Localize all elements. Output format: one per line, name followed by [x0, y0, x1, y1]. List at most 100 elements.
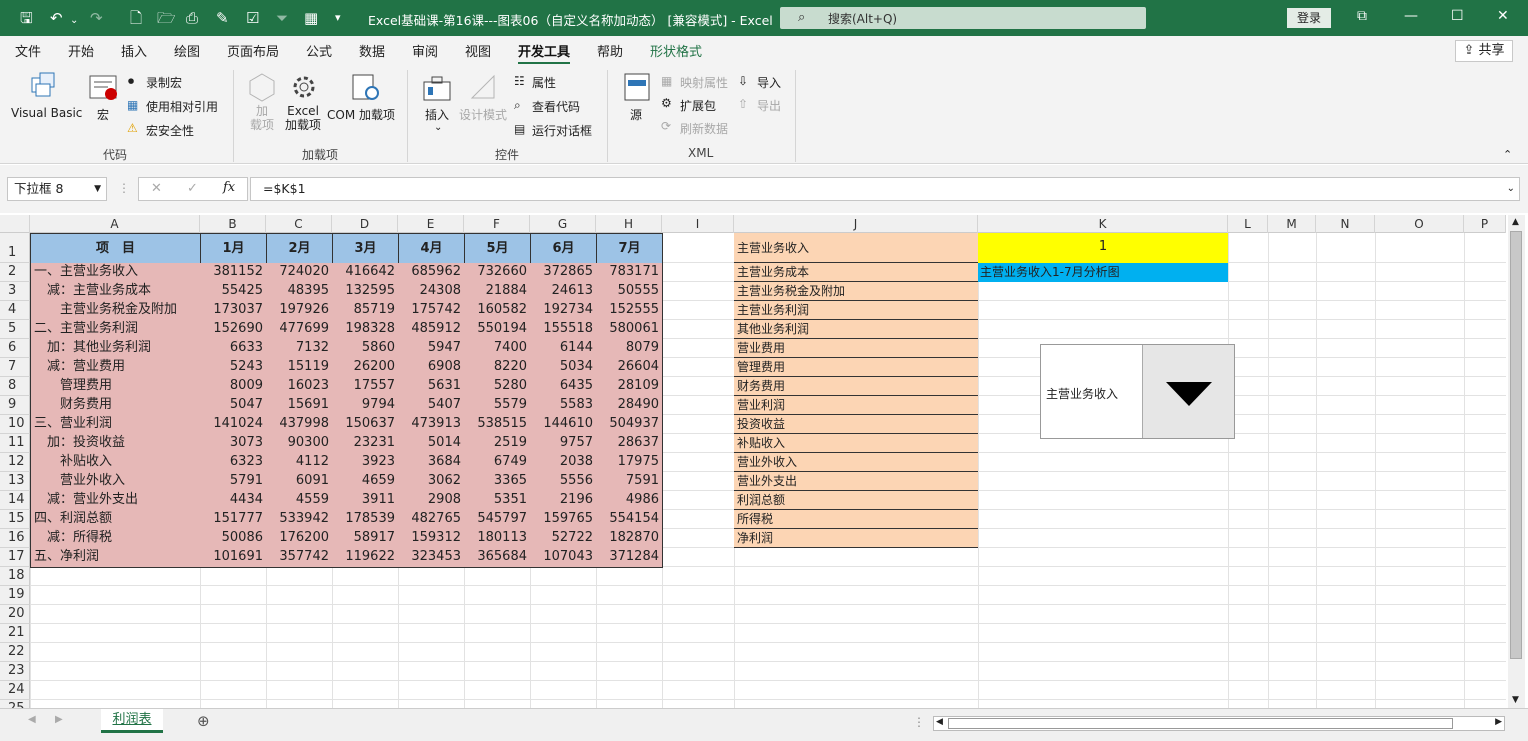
row-label-cell[interactable]: 减：主营业务成本 [30, 282, 201, 302]
list-item[interactable]: 营业费用 [734, 339, 978, 358]
row-header-9[interactable]: 9 [0, 396, 30, 415]
tab-data[interactable]: 数据 [359, 41, 385, 60]
value-cell[interactable]: 3062 [398, 472, 465, 492]
value-cell[interactable]: 550194 [464, 320, 531, 340]
table-header-cell[interactable]: 4月 [398, 233, 465, 264]
customize-qat-icon[interactable]: ▾ [335, 8, 341, 28]
value-cell[interactable]: 52722 [530, 529, 597, 549]
value-cell[interactable]: 23231 [332, 434, 399, 454]
filter-icon[interactable]: ⏷ [276, 8, 288, 28]
tab-developer[interactable]: 开发工具 [518, 41, 571, 65]
value-cell[interactable]: 504937 [596, 415, 663, 435]
row-header-11[interactable]: 11 [0, 434, 30, 453]
value-cell[interactable]: 5047 [200, 396, 267, 416]
row-header-20[interactable]: 20 [0, 605, 30, 624]
value-cell[interactable]: 5860 [332, 339, 399, 359]
value-cell[interactable]: 9757 [530, 434, 597, 454]
value-cell[interactable]: 90300 [266, 434, 333, 454]
tab-insert[interactable]: 插入 [121, 41, 147, 60]
value-cell[interactable]: 8079 [596, 339, 663, 359]
row-label-cell[interactable]: 补贴收入 [30, 453, 201, 473]
tab-shape-format[interactable]: 形状格式 [650, 41, 702, 60]
next-sheet-icon[interactable]: ▶ [55, 714, 63, 725]
value-cell[interactable]: 3684 [398, 453, 465, 473]
formula-input[interactable]: =$K$1 ⌄ [250, 177, 1520, 201]
value-cell[interactable]: 24308 [398, 282, 465, 302]
value-cell[interactable]: 6908 [398, 358, 465, 378]
value-cell[interactable]: 159312 [398, 529, 465, 549]
table-header-cell[interactable]: 5月 [464, 233, 531, 264]
scroll-left-icon[interactable]: ◀ [936, 717, 943, 727]
table-icon[interactable]: ▦ [304, 8, 318, 28]
expansion-pack-button[interactable]: 扩展包 [680, 97, 716, 114]
tab-view[interactable]: 视图 [465, 41, 491, 60]
list-item[interactable]: 净利润 [734, 529, 978, 548]
column-header-P[interactable]: P [1464, 215, 1506, 233]
visual-basic-button[interactable]: Visual Basic [11, 106, 82, 120]
value-cell[interactable]: 5034 [530, 358, 597, 378]
value-cell[interactable]: 28109 [596, 377, 663, 397]
value-cell[interactable]: 5631 [398, 377, 465, 397]
row-header-2[interactable]: 2 [0, 263, 30, 282]
value-cell[interactable]: 2038 [530, 453, 597, 473]
list-item[interactable]: 主营业务成本 [734, 263, 978, 282]
value-cell[interactable]: 416642 [332, 263, 399, 283]
tab-file[interactable]: 文件 [15, 41, 41, 60]
record-macro-button[interactable]: 录制宏 [146, 74, 182, 91]
value-cell[interactable]: 101691 [200, 548, 267, 568]
undo-dropdown-icon[interactable]: ⌄ [70, 11, 78, 31]
value-cell[interactable]: 50086 [200, 529, 267, 549]
row-header-19[interactable]: 19 [0, 586, 30, 605]
value-cell[interactable]: 7132 [266, 339, 333, 359]
value-cell[interactable]: 2519 [464, 434, 531, 454]
value-cell[interactable]: 197926 [266, 301, 333, 321]
row-header-4[interactable]: 4 [0, 301, 30, 320]
value-cell[interactable]: 372865 [530, 263, 597, 283]
column-header-L[interactable]: L [1228, 215, 1268, 233]
insert-dropdown-icon[interactable]: ⌄ [434, 122, 442, 133]
value-cell[interactable]: 8220 [464, 358, 531, 378]
excel-addins-button[interactable]: Excel 加载项 [285, 104, 321, 132]
row-label-cell[interactable]: 主营业务税金及附加 [30, 301, 201, 321]
column-header-J[interactable]: J [734, 215, 978, 233]
value-cell[interactable]: 119622 [332, 548, 399, 568]
list-item[interactable]: 补贴收入 [734, 434, 978, 453]
value-cell[interactable]: 50555 [596, 282, 663, 302]
cell-k1[interactable]: 1 [978, 233, 1228, 263]
value-cell[interactable]: 17975 [596, 453, 663, 473]
value-cell[interactable]: 371284 [596, 548, 663, 568]
value-cell[interactable]: 9794 [332, 396, 399, 416]
redo-icon[interactable]: ↷ [90, 8, 103, 28]
value-cell[interactable]: 7591 [596, 472, 663, 492]
row-header-23[interactable]: 23 [0, 662, 30, 681]
value-cell[interactable]: 5583 [530, 396, 597, 416]
macro-button[interactable]: 宏 [97, 106, 109, 123]
value-cell[interactable]: 155518 [530, 320, 597, 340]
value-cell[interactable]: 4659 [332, 472, 399, 492]
value-cell[interactable]: 175742 [398, 301, 465, 321]
horizontal-scrollbar[interactable]: ◀ ▶ [933, 716, 1505, 731]
row-label-cell[interactable]: 管理费用 [30, 377, 201, 397]
tab-help[interactable]: 帮助 [597, 41, 623, 60]
list-item[interactable]: 主营业务税金及附加 [734, 282, 978, 301]
value-cell[interactable]: 4559 [266, 491, 333, 511]
column-header-O[interactable]: O [1375, 215, 1464, 233]
row-label-cell[interactable]: 四、利润总额 [30, 510, 201, 530]
value-cell[interactable]: 323453 [398, 548, 465, 568]
collapse-ribbon-icon[interactable]: ⌃ [1503, 148, 1512, 161]
open-file-icon[interactable]: 🗁 [157, 8, 176, 28]
value-cell[interactable]: 176200 [266, 529, 333, 549]
list-item[interactable]: 投资收益 [734, 415, 978, 434]
value-cell[interactable]: 85719 [332, 301, 399, 321]
search-box[interactable]: ⌕ 搜索(Alt+Q) [780, 7, 1146, 29]
new-file-icon[interactable]: 🗋 [130, 8, 142, 28]
run-dialog-button[interactable]: 运行对话框 [532, 122, 592, 139]
row-header-12[interactable]: 12 [0, 453, 30, 472]
row-header-6[interactable]: 6 [0, 339, 30, 358]
value-cell[interactable]: 477699 [266, 320, 333, 340]
row-header-8[interactable]: 8 [0, 377, 30, 396]
row-header-17[interactable]: 17 [0, 548, 30, 567]
row-header-16[interactable]: 16 [0, 529, 30, 548]
insert-control-button[interactable]: 插入 [425, 106, 449, 123]
value-cell[interactable]: 783171 [596, 263, 663, 283]
